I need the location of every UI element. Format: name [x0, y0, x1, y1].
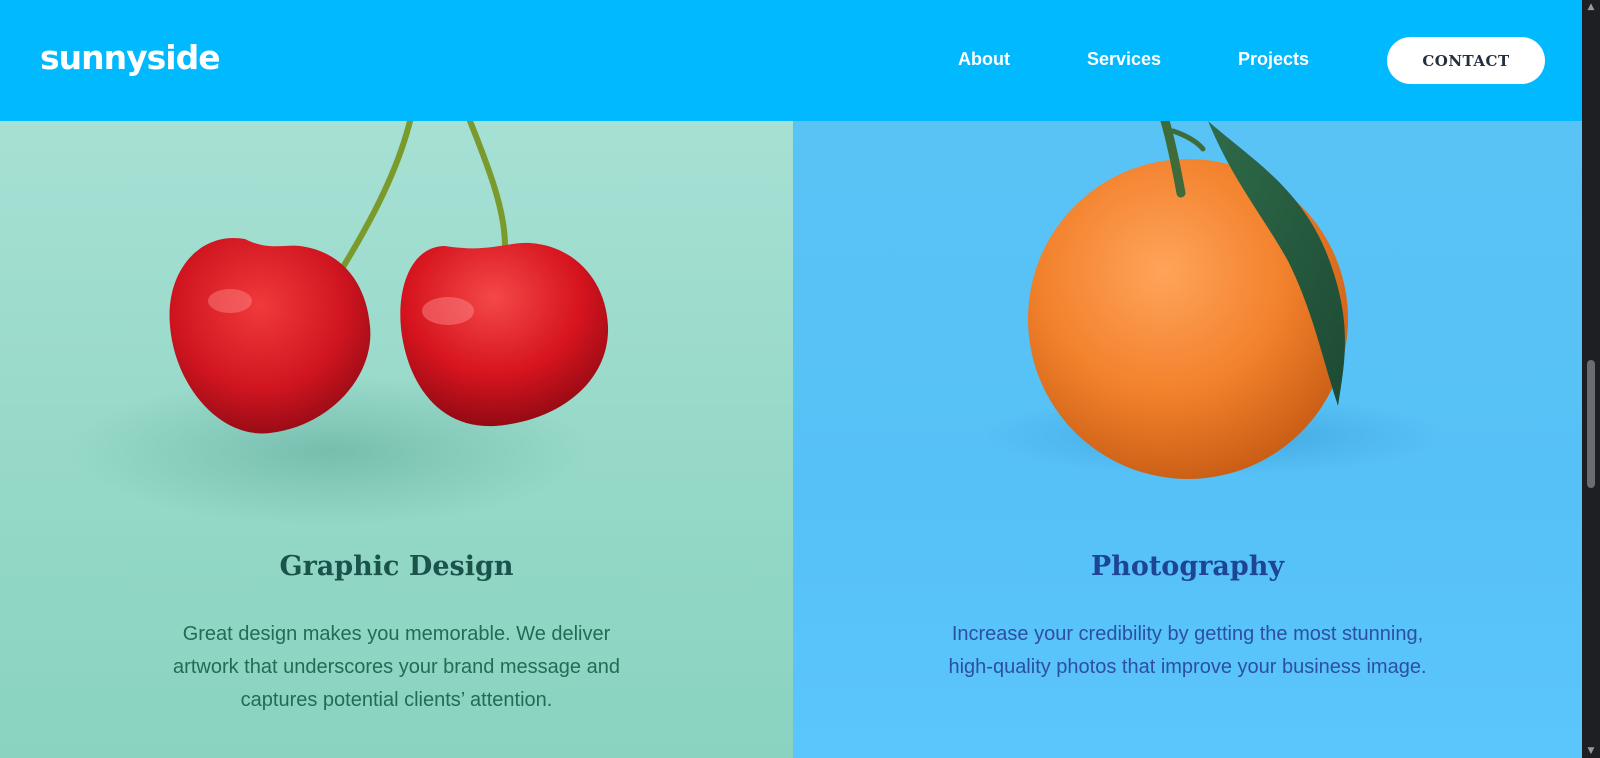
- photography-panel: Photography Increase your credibility by…: [793, 121, 1582, 758]
- orange-image: [983, 121, 1443, 479]
- graphic-design-panel: Graphic Design Great design makes you me…: [0, 121, 793, 758]
- cherries-image: [70, 121, 609, 526]
- scroll-down-icon[interactable]: ▼: [1586, 746, 1596, 756]
- photography-title: Photography: [1090, 551, 1285, 582]
- page-viewport: sunnyside About Services Projects CONTAC…: [0, 0, 1582, 758]
- logo[interactable]: sunnyside: [40, 38, 221, 77]
- scroll-thumb[interactable]: [1587, 360, 1595, 488]
- photography-text: Increase your credibility by getting the…: [948, 623, 1427, 678]
- graphic-design-title: Graphic Design: [279, 551, 514, 582]
- nav-link-projects[interactable]: Projects: [1238, 49, 1309, 70]
- contact-button[interactable]: CONTACT: [1387, 37, 1545, 84]
- site-header: sunnyside About Services Projects CONTAC…: [0, 0, 1582, 121]
- graphic-design-text: Great design makes you memorable. We del…: [173, 623, 620, 711]
- nav-link-services[interactable]: Services: [1087, 49, 1161, 70]
- nav-link-about[interactable]: About: [958, 49, 1010, 70]
- scrollbar[interactable]: ▲ ▼: [1582, 0, 1600, 758]
- scroll-up-icon[interactable]: ▲: [1586, 2, 1596, 12]
